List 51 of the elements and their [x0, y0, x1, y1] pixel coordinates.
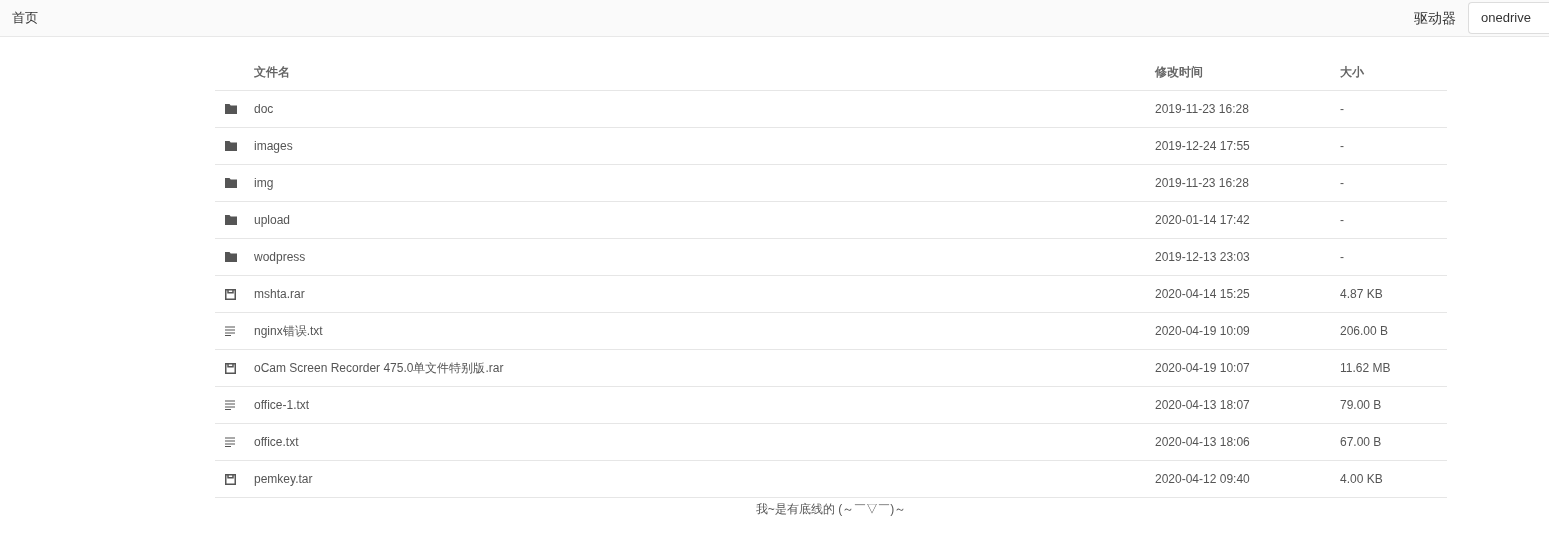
file-size: 67.00 B [1340, 434, 1382, 451]
file-size: - [1340, 175, 1344, 192]
modified-time: 2020-04-19 10:09 [1155, 323, 1251, 340]
file-size: - [1340, 249, 1344, 266]
file-size: 206.00 B [1340, 323, 1389, 340]
text-lines-icon [225, 437, 235, 447]
file-name-link[interactable]: upload [254, 213, 291, 227]
folder-icon [225, 215, 237, 225]
file-size: 4.00 KB [1340, 471, 1383, 488]
file-size: - [1340, 101, 1344, 118]
text-lines-icon [225, 400, 235, 410]
modified-time: 2019-12-13 23:03 [1155, 249, 1251, 266]
column-header: 文件名 [254, 64, 291, 81]
file-size: - [1340, 138, 1344, 155]
file-icon [225, 362, 236, 374]
folder-icon [225, 252, 237, 262]
file-name-link[interactable]: img [254, 176, 274, 190]
modified-time: 2020-04-12 09:40 [1155, 471, 1251, 488]
modified-time: 2020-04-14 15:25 [1155, 286, 1251, 303]
folder-icon [225, 104, 237, 114]
file-icon [225, 473, 236, 485]
file-name-link[interactable]: mshta.rar [254, 287, 305, 301]
file-icon [225, 288, 236, 300]
file-name-link[interactable]: nginx错误.txt [254, 324, 323, 338]
modified-time: 2020-04-13 18:07 [1155, 397, 1251, 414]
file-name-link[interactable]: images [254, 139, 293, 153]
text-lines-icon [225, 326, 235, 336]
drive-select[interactable]: onedrive [1468, 2, 1549, 34]
file-name-link[interactable]: office-1.txt [254, 398, 310, 412]
home-link[interactable]: 首页 [12, 8, 38, 28]
file-size: - [1340, 212, 1344, 229]
modified-time: 2019-11-23 16:28 [1155, 101, 1250, 118]
file-size: 11.62 MB [1340, 360, 1391, 377]
file-name-link[interactable]: oCam Screen Recorder 475.0单文件特别版.rar [254, 361, 504, 375]
file-name-link[interactable]: wodpress [254, 250, 306, 264]
modified-time: 2019-12-24 17:55 [1155, 138, 1251, 155]
file-size: 4.87 KB [1340, 286, 1383, 303]
folder-icon [225, 178, 237, 188]
file-name-link[interactable]: office.txt [254, 435, 299, 449]
end-of-list-text: 我~是有底线的 (～￣▽￣)～ [755, 501, 907, 518]
modified-time: 2019-11-23 16:28 [1155, 175, 1250, 192]
file-name-link[interactable]: doc [254, 102, 274, 116]
drive-label: 驱动器 [1414, 8, 1456, 28]
modified-time: 2020-04-13 18:06 [1155, 434, 1251, 451]
modified-time: 2020-04-19 10:07 [1155, 360, 1251, 377]
file-size: 79.00 B [1340, 397, 1382, 414]
column-header: 大小 [1340, 64, 1364, 81]
file-name-link[interactable]: pemkey.tar [254, 472, 313, 486]
column-header: 修改时间 [1155, 64, 1204, 81]
folder-icon [225, 141, 237, 151]
modified-time: 2020-01-14 17:42 [1155, 212, 1251, 229]
